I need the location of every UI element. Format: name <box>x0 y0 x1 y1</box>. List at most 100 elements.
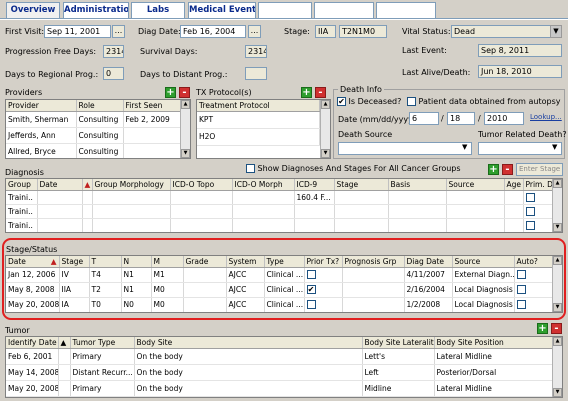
tumor-header-position[interactable]: Body Site Position <box>434 337 555 349</box>
tab-blank-1[interactable] <box>258 2 312 18</box>
table-row[interactable]: May 20, 2008 Primary On the body Midline Lat… <box>6 380 555 397</box>
table-row[interactable]: Traini.. 160.4 F... <box>6 190 555 205</box>
autopsy-label: Patient data obtained from autopsy <box>418 97 561 106</box>
tab-blank-3[interactable] <box>376 2 436 18</box>
providers-grid: Provider Role First Seen Smith, Sherman Con… <box>5 99 191 159</box>
providers-header-provider[interactable]: Provider <box>6 100 77 112</box>
tx-header-treatment-protocol[interactable]: Treatment Protocol <box>197 100 320 112</box>
dx-header-basis[interactable]: Basis <box>388 179 447 191</box>
scroll-up-icon[interactable]: ▲ <box>321 100 330 109</box>
table-cell: Feb 2, 2009 <box>123 111 183 128</box>
tumor-header-body-site[interactable]: Body Site <box>134 337 363 349</box>
dx-header-group[interactable]: Group <box>6 179 38 191</box>
table-row[interactable]: Jefferds, Ann Consulting <box>6 127 183 144</box>
dx-header-prim-dx[interactable]: Prim. Dx <box>523 179 555 191</box>
table-cell: Traini.. <box>6 218 38 232</box>
tumor-grid: Identify Date ▲ Tumor Type Body Site Body Si… <box>5 336 563 398</box>
tumor-header-laterality[interactable]: Body Site Laterality <box>362 337 435 349</box>
death-source-label: Death Source <box>338 130 393 139</box>
add-diagnosis-button[interactable]: + <box>488 164 499 175</box>
table-cell: Consulting <box>76 127 124 144</box>
tumor-scrollbar[interactable]: ▲ ▼ <box>552 337 562 397</box>
add-tx-protocol-button[interactable]: + <box>301 87 312 98</box>
dx-header-group-morphology[interactable]: Group Morphology <box>92 179 171 191</box>
scroll-down-icon[interactable]: ▼ <box>181 149 190 158</box>
table-row[interactable]: Feb 6, 2001 Primary On the body Lett's Later… <box>6 348 555 365</box>
diag-date-picker-button[interactable]: ... <box>248 25 261 38</box>
tab-overview[interactable]: Overview <box>6 2 60 18</box>
tumor-related-chevron-down-icon[interactable]: ▼ <box>552 143 557 151</box>
table-row[interactable]: Allred, Bryce Consulting <box>6 143 183 158</box>
dx-header-source[interactable]: Source <box>446 179 505 191</box>
tab-labs[interactable]: Labs <box>131 2 185 18</box>
death-source-chevron-down-icon[interactable]: ▼ <box>462 143 467 151</box>
table-row[interactable]: May 14, 2008 Distant Recurr... On the body… <box>6 364 555 381</box>
providers-header-first-seen[interactable]: First Seen <box>123 100 183 112</box>
stage-field: IIA <box>315 25 336 38</box>
lookup-link[interactable]: Lookup... <box>530 113 562 121</box>
vital-status-select[interactable]: Dead <box>451 25 553 38</box>
autopsy-checkbox[interactable]: Patient data obtained from autopsy <box>407 97 561 106</box>
tumor-related-select[interactable] <box>478 142 562 155</box>
first-visit-picker-button[interactable]: ... <box>112 25 125 38</box>
death-month-field[interactable]: 6 <box>409 112 439 125</box>
last-alive-death-label: Last Alive/Death: <box>402 68 471 77</box>
providers-title: Providers <box>5 88 43 97</box>
dx-header-age[interactable]: Age <box>504 179 524 191</box>
tumor-related-label: Tumor Related Death? <box>478 130 567 139</box>
dx-header-sort[interactable]: ▲ <box>82 179 93 191</box>
tumor-header-identify-date[interactable]: Identify Date <box>6 337 59 349</box>
scroll-up-icon[interactable]: ▲ <box>181 100 190 109</box>
dx-header-date[interactable]: Date <box>37 179 83 191</box>
prim-dx-checkbox[interactable] <box>525 192 535 202</box>
dx-header-icd9[interactable]: ICD-9 <box>294 179 335 191</box>
days-to-distant-label: Days to Distant Prog.: <box>140 70 228 79</box>
dx-header-icdo-topo[interactable]: ICD-O Topo <box>170 179 233 191</box>
first-visit-label: First Visit: <box>5 27 45 36</box>
diag-date-field[interactable]: Feb 16, 2004 <box>180 25 246 38</box>
scroll-down-icon[interactable]: ▼ <box>553 223 562 232</box>
prim-dx-checkbox[interactable] <box>525 220 535 230</box>
remove-provider-button[interactable]: - <box>179 87 190 98</box>
tab-blank-2[interactable] <box>314 2 374 18</box>
death-year-field[interactable]: 2010 <box>484 112 524 125</box>
diag-date-label: Diag Date: <box>138 27 181 36</box>
enter-stage-button[interactable]: Enter Stage <box>516 163 563 176</box>
providers-scrollbar[interactable]: ▲ ▼ <box>180 100 190 158</box>
dx-header-icdo-morph[interactable]: ICD-O Morph <box>232 179 295 191</box>
table-row[interactable]: Smith, Sherman Consulting Feb 2, 2009 <box>6 111 183 128</box>
scroll-up-icon[interactable]: ▲ <box>553 337 562 346</box>
table-cell: Allred, Bryce <box>6 143 77 158</box>
remove-diagnosis-button[interactable]: - <box>502 164 513 175</box>
scroll-down-icon[interactable]: ▼ <box>321 149 330 158</box>
add-tumor-button[interactable]: + <box>537 323 548 334</box>
table-cell: Smith, Sherman <box>6 111 77 128</box>
vital-status-chevron-down-icon[interactable]: ▼ <box>550 25 562 38</box>
scroll-up-icon[interactable]: ▲ <box>553 179 562 188</box>
prim-dx-checkbox[interactable] <box>525 206 535 216</box>
tumor-header-tumor-type[interactable]: Tumor Type <box>70 337 135 349</box>
is-deceased-checkbox[interactable]: ✔ Is Deceased? <box>337 97 401 106</box>
remove-tx-protocol-button[interactable]: - <box>315 87 326 98</box>
providers-header-role[interactable]: Role <box>76 100 124 112</box>
remove-tumor-button[interactable]: - <box>551 323 562 334</box>
show-all-checkbox[interactable]: Show Diagnoses And Stages For All Cancer… <box>246 164 461 173</box>
first-visit-field[interactable]: Sep 11, 2001 <box>44 25 111 38</box>
progression-free-days-field: 2314 <box>103 45 124 58</box>
table-row[interactable]: KPT <box>197 111 320 129</box>
table-row[interactable]: Traini.. <box>6 218 555 232</box>
add-provider-button[interactable]: + <box>165 87 176 98</box>
tumor-header-sort[interactable]: ▲ <box>58 337 71 349</box>
tab-administration[interactable]: Administration <box>63 2 129 18</box>
dx-header-stage[interactable]: Stage <box>334 179 389 191</box>
tx-scrollbar[interactable]: ▲ ▼ <box>320 100 330 158</box>
tumor-title: Tumor <box>5 326 30 335</box>
death-source-select[interactable] <box>338 142 472 155</box>
diagnosis-title: Diagnosis <box>5 168 44 177</box>
table-row[interactable]: Traini.. <box>6 204 555 219</box>
diagnosis-scrollbar[interactable]: ▲ ▼ <box>552 179 562 232</box>
death-day-field[interactable]: 18 <box>447 112 475 125</box>
table-row[interactable]: H2O <box>197 128 320 146</box>
tab-medical-events[interactable]: Medical Events <box>188 2 256 18</box>
scroll-down-icon[interactable]: ▼ <box>553 388 562 397</box>
